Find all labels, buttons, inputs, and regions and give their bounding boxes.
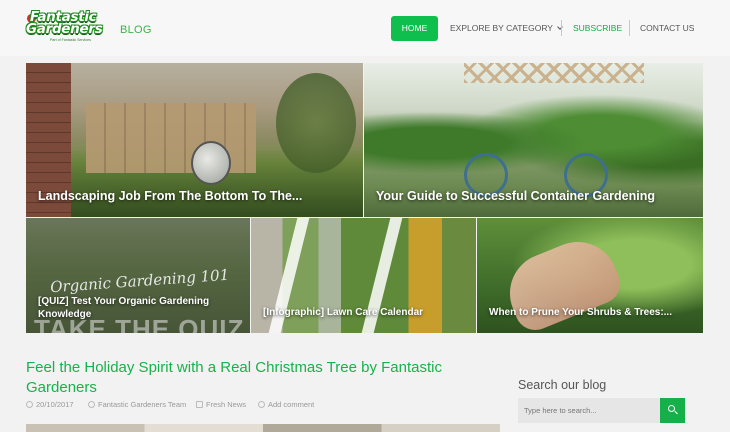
logo-word-2: Gardeners xyxy=(26,21,103,37)
featured-tile-organic-quiz[interactable]: Organic Gardening 101 TAKE THE QUIZ [QUI… xyxy=(26,218,250,333)
post-date-text: 20/10/2017 xyxy=(36,400,74,409)
featured-tile-title[interactable]: Landscaping Job From The Bottom To The..… xyxy=(38,189,302,203)
post-featured-image[interactable] xyxy=(26,424,500,432)
post-date: 20/10/2017 xyxy=(26,400,74,409)
search-input[interactable] xyxy=(518,398,660,423)
logo-tagline: Part of Fantastic Services xyxy=(50,38,91,42)
clock-icon xyxy=(26,401,33,408)
comment-icon xyxy=(258,401,265,408)
featured-tile-title[interactable]: When to Prune Your Shrubs & Trees:... xyxy=(489,307,672,318)
featured-tile-title[interactable]: Your Guide to Successful Container Garde… xyxy=(376,189,655,203)
nav-contact[interactable]: CONTACT US xyxy=(640,16,694,41)
post-author[interactable]: Fantastic Gardeners Team xyxy=(88,400,186,409)
nav-home-button[interactable]: HOME xyxy=(391,16,438,41)
post-category-text: Fresh News xyxy=(206,400,247,409)
sidebar-search-title: Search our blog xyxy=(518,378,607,392)
blog-label[interactable]: BLOG xyxy=(120,24,152,36)
tile-image-tree xyxy=(276,73,356,173)
user-icon xyxy=(88,401,95,408)
nav-subscribe[interactable]: SUBSCRIBE xyxy=(573,16,622,41)
post-category[interactable]: Fresh News xyxy=(196,400,246,409)
post-comment-link[interactable]: Add comment xyxy=(258,400,314,409)
featured-tile-title[interactable]: [Infographic] Lawn Care Calendar xyxy=(263,307,423,318)
site-logo[interactable]: Fantastic Gardeners Part of Fantastic Se… xyxy=(25,9,116,44)
featured-tile-lawn-calendar[interactable]: [Infographic] Lawn Care Calendar xyxy=(251,218,476,333)
nav-explore-category-label: EXPLORE BY CATEGORY xyxy=(450,23,553,33)
post-title[interactable]: Feel the Holiday Spirit with a Real Chri… xyxy=(26,358,486,398)
nav-divider xyxy=(629,20,630,36)
nav-divider xyxy=(561,20,562,36)
post-author-text: Fantastic Gardeners Team xyxy=(98,400,187,409)
nav-explore-category[interactable]: EXPLORE BY CATEGORY xyxy=(450,16,563,41)
tile-image-trellis xyxy=(464,63,644,83)
tile-image-pod xyxy=(191,141,231,185)
featured-tile-prune-shrubs[interactable]: When to Prune Your Shrubs & Trees:... xyxy=(477,218,703,333)
featured-tile-container-gardening[interactable]: Your Guide to Successful Container Garde… xyxy=(364,63,703,217)
featured-tile-title[interactable]: [QUIZ] Test Your Organic Gardening Knowl… xyxy=(38,295,238,321)
site-header: Fantastic Gardeners Part of Fantastic Se… xyxy=(0,0,730,56)
search-icon-handle xyxy=(674,410,678,415)
folder-icon xyxy=(196,401,203,408)
featured-tile-landscaping[interactable]: Landscaping Job From The Bottom To The..… xyxy=(26,63,363,217)
post-comment-text: Add comment xyxy=(268,400,315,409)
search-button[interactable] xyxy=(660,398,685,423)
